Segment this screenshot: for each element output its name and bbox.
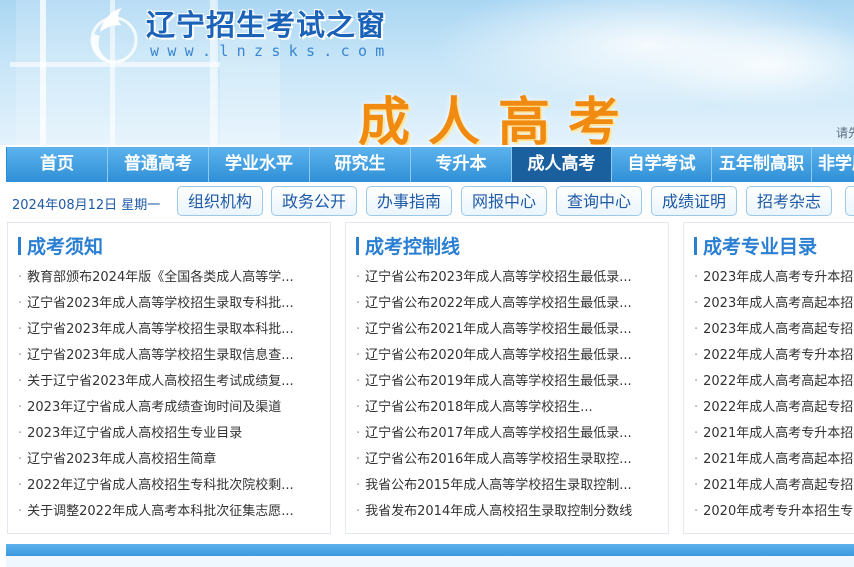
site-title: 辽宁招生考试之窗	[146, 8, 387, 42]
footer-strip	[6, 556, 854, 567]
list-item[interactable]: · 辽宁省公布2016年成人高等学校招生录取控...	[356, 447, 632, 473]
list-item[interactable]: · 2023年成人高考高起专招	[694, 317, 853, 343]
list-item[interactable]: · 2022年成人高考高起专招	[694, 395, 853, 421]
list-item[interactable]: · 2022年辽宁省成人高校招生专科批次院校剩...	[18, 473, 294, 499]
list-item[interactable]: · 2020年成考专升本招生专	[694, 499, 853, 525]
nav-item-graduate[interactable]: 研究生	[310, 147, 411, 182]
list-item[interactable]: · 2021年成人高考高起专招	[694, 473, 853, 499]
section-divider-bar	[6, 544, 854, 556]
list-item[interactable]: · 辽宁省2023年成人高等学校招生录取专科批...	[18, 291, 294, 317]
list-item[interactable]: · 2023年成人高考高起本招	[694, 291, 853, 317]
list-item[interactable]: · 辽宁省公布2021年成人高等学校招生最低录...	[356, 317, 632, 343]
cloud-decoration	[640, 20, 854, 110]
news-list: · 2023年成人高考专升本招 · 2023年成人高考高起本招 · 2023年成人高考…	[694, 265, 853, 525]
panel-title[interactable]: 成考须知	[18, 232, 103, 259]
nav-item-general-exam[interactable]: 普通高考	[108, 147, 209, 182]
list-item[interactable]: · 关于调整2022年成人高考本科批次征集志愿...	[18, 499, 294, 525]
org-structure-button[interactable]: 组织机构	[177, 186, 263, 216]
site-url: www.lnzsks.com	[150, 42, 393, 60]
main-navigation: 首页 普通高考 学业水平 研究生 专升本 成人高考 自学考试 五年制高职 非学历	[6, 147, 854, 182]
nav-item-non-degree[interactable]: 非学历	[812, 147, 854, 182]
magazine-button[interactable]: 招考杂志	[746, 186, 832, 216]
service-guide-button[interactable]: 办事指南	[366, 186, 452, 216]
nav-item-five-year[interactable]: 五年制高职	[712, 147, 812, 182]
list-item[interactable]: · 我省发布2014年成人高校招生录取控制分数线	[356, 499, 632, 525]
nav-item-academic-level[interactable]: 学业水平	[209, 147, 310, 182]
gov-affairs-button[interactable]: 政务公开	[271, 186, 357, 216]
title-marker	[694, 237, 697, 255]
list-item[interactable]: · 关于辽宁省2023年成人高校招生考试成绩复...	[18, 369, 294, 395]
major-catalog-panel: 成考专业目录 · 2023年成人高考专升本招 · 2023年成人高考高起本招 · 20…	[683, 222, 854, 534]
nav-item-self-study[interactable]: 自学考试	[612, 147, 712, 182]
online-register-button[interactable]: 网报中心	[461, 186, 547, 216]
nav-item-upgrade[interactable]: 专升本	[411, 147, 512, 182]
score-certificate-button[interactable]: 成绩证明	[651, 186, 737, 216]
list-item[interactable]: · 2021年成人高考专升本招	[694, 421, 853, 447]
panel-title[interactable]: 成考专业目录	[694, 232, 817, 259]
nav-item-home[interactable]: 首页	[7, 147, 108, 182]
header-banner: 辽宁招生考试之窗 www.lnzsks.com 成人高考 请先	[0, 0, 854, 145]
list-item[interactable]: · 2023年成人高考专升本招	[694, 265, 853, 291]
title-marker	[356, 237, 359, 255]
news-list: · 教育部颁布2024年版《全国各类成人高等学... · 辽宁省2023年成人高等学…	[18, 265, 294, 525]
list-item[interactable]: · 辽宁省2023年成人高校招生简章	[18, 447, 294, 473]
list-item[interactable]: · 2021年成人高考高起本招	[694, 447, 853, 473]
list-item[interactable]: · 辽宁省公布2019年成人高等学校招生最低录...	[356, 369, 632, 395]
more-button[interactable]	[845, 186, 854, 216]
list-item[interactable]: · 辽宁省公布2020年成人高等学校招生最低录...	[356, 343, 632, 369]
section-title: 成人高考	[358, 93, 639, 145]
list-item[interactable]: · 辽宁省公布2017年成人高等学校招生最低录...	[356, 421, 632, 447]
query-center-button[interactable]: 查询中心	[556, 186, 642, 216]
list-item[interactable]: · 辽宁省公布2023年成人高等学校招生最低录...	[356, 265, 632, 291]
list-item[interactable]: · 2023年辽宁省成人高校招生专业目录	[18, 421, 294, 447]
list-item[interactable]: · 2022年成人高考高起本招	[694, 369, 853, 395]
news-list: · 辽宁省公布2023年成人高等学校招生最低录... · 辽宁省公布2022年成人高…	[356, 265, 632, 525]
panel-title[interactable]: 成考控制线	[356, 232, 460, 259]
control-line-panel: 成考控制线 · 辽宁省公布2023年成人高等学校招生最低录... · 辽宁省公布20…	[345, 222, 669, 534]
nav-item-adult-exam[interactable]: 成人高考	[512, 147, 612, 182]
list-item[interactable]: · 辽宁省2023年成人高等学校招生录取本科批...	[18, 317, 294, 343]
list-item[interactable]: · 2022年成人高考专升本招	[694, 343, 853, 369]
current-date: 2024年08月12日 星期一	[12, 198, 161, 213]
quick-links-bar: 2024年08月12日 星期一 组织机构 政务公开 办事指南 网报中心 查询中心…	[6, 184, 854, 220]
title-marker	[18, 237, 21, 255]
list-item[interactable]: · 教育部颁布2024年版《全国各类成人高等学...	[18, 265, 294, 291]
login-hint[interactable]: 请先	[836, 124, 854, 141]
dove-logo-icon	[90, 8, 138, 64]
list-item[interactable]: · 辽宁省2023年成人高等学校招生录取信息查...	[18, 343, 294, 369]
list-item[interactable]: · 辽宁省公布2022年成人高等学校招生最低录...	[356, 291, 632, 317]
adult-exam-notices-panel: 成考须知 · 教育部颁布2024年版《全国各类成人高等学... · 辽宁省2023年…	[7, 222, 331, 534]
list-item[interactable]: · 我省公布2015年成人高等学校招生录取控制...	[356, 473, 632, 499]
list-item[interactable]: · 辽宁省公布2018年成人高等学校招生...	[356, 395, 632, 421]
list-item[interactable]: · 2023年辽宁省成人高考成绩查询时间及渠道	[18, 395, 294, 421]
